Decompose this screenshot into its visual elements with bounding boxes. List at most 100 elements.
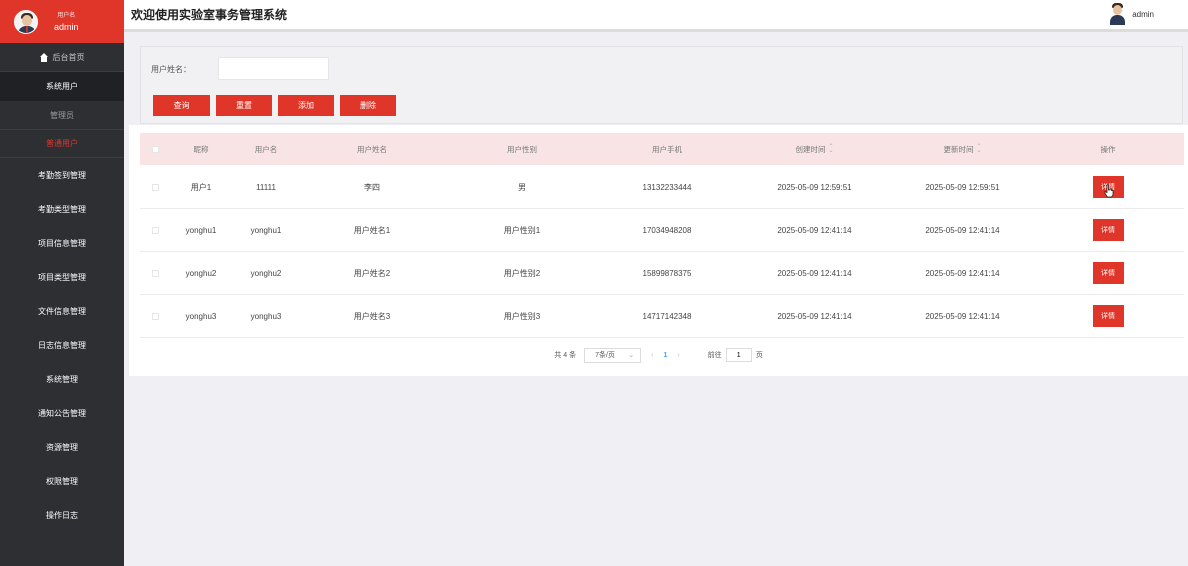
sidebar-menu: 考勤签到管理 考勤类型管理 项目信息管理 项目类型管理 文件信息管理 日志信息管理 系统管理… [0,158,124,532]
select-all-checkbox[interactable] [151,145,159,153]
page-title: 欢迎使用实验室事务管理系统 [131,8,288,22]
row-checkbox[interactable] [151,183,159,191]
page-number[interactable]: 1 [663,352,667,359]
sidebar-item[interactable]: 考勤签到管理 [0,158,124,192]
sidebar-header: 用户名 admin [0,0,124,43]
table-cell: 用户性别1 [503,225,541,235]
sidebar-item[interactable]: 日志信息管理 [0,328,124,362]
sidebar-item[interactable]: 通知公告管理 [0,396,124,430]
sidebar-item[interactable]: 文件信息管理 [0,294,124,328]
page-size-value: 7条/页 [595,352,615,359]
table-cell: 2025-05-09 12:41:14 [925,268,1000,278]
sidebar-item[interactable]: 操作日志 [0,498,124,532]
table-cell: yonghu1 [185,225,217,235]
table-cell: 用户性别2 [503,268,541,278]
page-size-select[interactable]: 7条/页 ⌄ [584,347,642,363]
table-cell: 2025-05-09 12:59:51 [777,182,852,192]
table-cell: yonghu3 [185,311,217,321]
pointer-cursor-icon [1104,184,1114,198]
row-checkbox[interactable] [151,269,159,277]
sidebar-item[interactable]: 资源管理 [0,430,124,464]
search-panel: 用户姓名： 查询 重置 添加 删除 [140,46,1183,124]
detail-button[interactable]: 详情 [1092,219,1124,241]
avatar[interactable] [14,9,38,34]
goto-page-input[interactable] [725,348,752,362]
table-cell: 14717142348 [642,311,692,321]
sidebar-item[interactable]: 系统管理 [0,362,124,396]
reset-button[interactable]: 重置 [216,95,272,116]
home-icon [39,52,49,62]
row-checkbox[interactable] [151,226,159,234]
column-header: 用户姓名 [357,144,387,154]
header-user[interactable]: admin [1110,3,1154,25]
header-avatar[interactable] [1110,3,1126,25]
table-row[interactable]: yonghu3 yonghu3 用户姓名3 用户性别3 14717142348 2025-… [140,295,1184,338]
column-header-label: 创建时间 [795,144,826,154]
table-row[interactable]: 用户1 11111 李四 男 13132233444 2025-05-09 12:59:5… [140,166,1184,209]
search-label: 用户姓名： [151,65,191,74]
table-header: 昵称 用户名 用户姓名 用户性别 用户手机 创建时间 ⌃ ⌄ 更新时间 ⌃ ⌄ 操作 [140,133,1184,165]
table-cell: 2025-05-09 12:41:14 [777,225,852,235]
sidebar-item[interactable]: 项目信息管理 [0,226,124,260]
chevron-down-icon: ⌄ [628,351,635,359]
table-cell: yonghu2 [185,268,217,278]
table-cell: 2025-05-09 12:41:14 [777,268,852,278]
sidebar: 用户名 admin 后台首页 系统用户 管理员 普通用户 考勤签到管理 考勤类型管… [0,0,124,566]
column-header: 用户手机 [652,144,682,154]
table-cell: 用户姓名1 [353,225,391,235]
top-header: 欢迎使用实验室事务管理系统 admin [124,0,1188,32]
table-cell: 男 [518,182,526,192]
table-cell: yonghu3 [250,311,282,321]
table-cell: 2025-05-09 12:41:14 [777,311,852,321]
sidebar-group-system-users[interactable]: 系统用户 [0,72,124,101]
row-checkbox[interactable] [151,312,159,320]
table-cell: 15899878375 [642,268,692,278]
table-cell: yonghu1 [250,225,282,235]
table-cell: 用户1 [190,182,212,192]
column-header: 用户性别 [507,144,537,154]
pagination-total: 共 4 条 [554,352,577,359]
column-header: 操作 [1100,144,1116,154]
sidebar-user: 用户名 admin [54,11,79,33]
table-cell: 2025-05-09 12:59:51 [925,182,1000,192]
sidebar-item[interactable]: 项目类型管理 [0,260,124,294]
sidebar-item-home[interactable]: 后台首页 [0,43,124,72]
sort-icon[interactable]: ⌃ ⌄ [828,144,833,154]
table-row[interactable]: yonghu1 yonghu1 用户姓名1 用户性别1 17034948208 2025-… [140,209,1184,252]
pagination: 共 4 条 7条/页 ⌄ ‹ 1 › 前往 页 [129,346,1188,364]
detail-button[interactable]: 详情 [1092,305,1124,327]
sidebar-item[interactable]: 考勤类型管理 [0,192,124,226]
sort-icon[interactable]: ⌃ ⌄ [976,144,981,154]
column-header: 用户名 [254,144,278,154]
data-table: 昵称 用户名 用户姓名 用户性别 用户手机 创建时间 ⌃ ⌄ 更新时间 ⌃ ⌄ 操作 用… [129,125,1188,376]
query-button[interactable]: 查询 [153,95,210,116]
column-header-label: 更新时间 [943,144,974,154]
table-cell: 17034948208 [642,225,692,235]
table-cell: 用户姓名2 [353,268,391,278]
column-header: 昵称 [193,144,209,154]
table-cell: 用户姓名3 [353,311,391,321]
column-header-created[interactable]: 创建时间 ⌃ ⌄ [762,133,867,165]
page-unit-label: 页 [755,352,763,359]
sidebar-item[interactable]: 权限管理 [0,464,124,498]
user-name-input[interactable] [218,57,329,80]
add-button[interactable]: 添加 [278,95,334,116]
prev-page-icon[interactable]: ‹ [651,352,653,359]
detail-button[interactable]: 详情 [1092,262,1124,284]
table-cell: 李四 [364,182,380,192]
delete-button[interactable]: 删除 [340,95,396,116]
user-name: admin [54,21,79,32]
sidebar-item-admin[interactable]: 管理员 [0,101,124,130]
sidebar-item-normal-users[interactable]: 普通用户 [0,130,124,158]
table-row[interactable]: yonghu2 yonghu2 用户姓名2 用户性别2 15899878375 2025-… [140,252,1184,295]
table-cell: 2025-05-09 12:41:14 [925,311,1000,321]
table-cell: 用户性别3 [503,311,541,321]
header-user-name[interactable]: admin [1132,10,1154,19]
table-cell: 2025-05-09 12:41:14 [925,225,1000,235]
sidebar-item-label: 后台首页 [52,52,85,62]
goto-label: 前往 [707,352,722,359]
table-cell: yonghu2 [250,268,282,278]
next-page-icon[interactable]: › [677,352,679,359]
user-label: 用户名 [57,12,76,19]
column-header-updated[interactable]: 更新时间 ⌃ ⌄ [910,133,1015,165]
